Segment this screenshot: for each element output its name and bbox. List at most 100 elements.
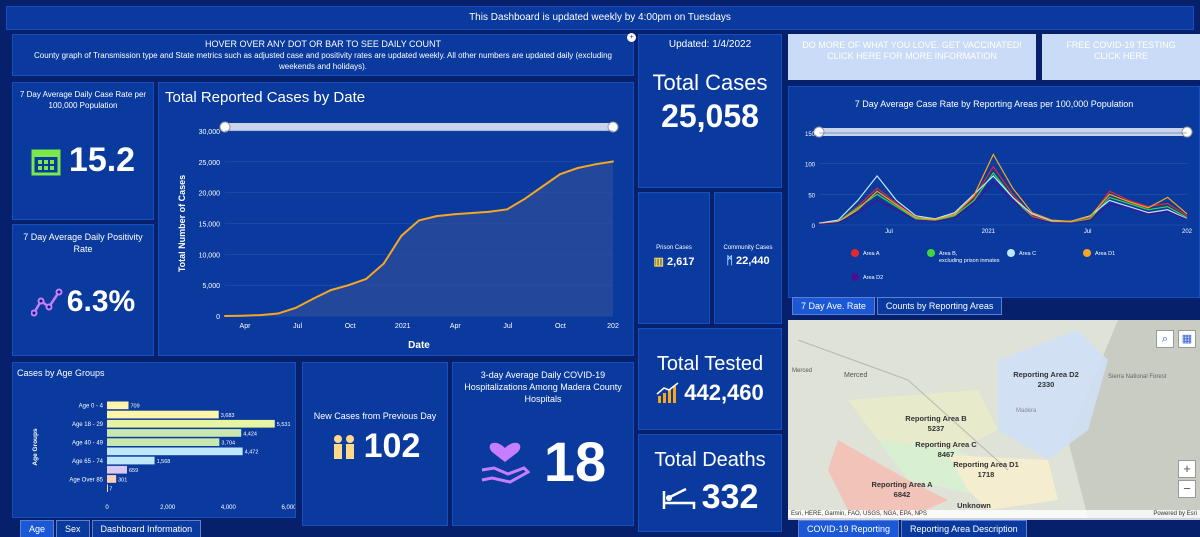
tab-counts-by-area[interactable]: Counts by Reporting Areas	[876, 297, 1003, 315]
legend-swatch	[851, 249, 859, 257]
age-bar	[107, 419, 275, 428]
map-powered-by: Powered by Esri	[1153, 511, 1197, 517]
vaccination-link-button[interactable]: DO MORE OF WHAT YOU LOVE. GET VACCINATED…	[788, 34, 1036, 80]
age-bar-value: 3,683	[221, 413, 235, 419]
legend-swatch	[851, 273, 859, 281]
cases-point	[294, 306, 297, 309]
age-bar	[107, 484, 108, 492]
legend-label: Area C	[1019, 251, 1036, 257]
rate-series-line	[818, 174, 1188, 224]
rate-y-tick: 0	[812, 224, 816, 230]
cases-point	[382, 262, 385, 265]
map-label-c-value: 8467	[938, 450, 955, 459]
hospital-panel: 3-day Average Daily COVID-19 Hospitaliza…	[452, 362, 634, 526]
legend-label: Area D2	[863, 275, 883, 281]
cases-line-chart[interactable]: 0 5,000 10,000 15,000 20,000 25,000 30,000 Apr J…	[159, 83, 633, 355]
map-label-d2-value: 2330	[1038, 380, 1055, 389]
legend-label: Area A	[863, 251, 880, 257]
y-axis-label: Total Number of Cases	[177, 175, 187, 272]
tab-area-description[interactable]: Reporting Area Description	[901, 520, 1027, 537]
zoom-in-button[interactable]: +	[1178, 460, 1196, 478]
legend-swatch	[927, 249, 935, 257]
age-category-label: Age 40 - 49	[72, 441, 104, 447]
legend-label-cont: excluding prison inmates	[939, 258, 1000, 264]
y-tick-label: 5,000	[202, 283, 220, 290]
update-banner: This Dashboard is updated weekly by 4:00…	[6, 6, 1194, 30]
total-tested-label: Total Tested	[656, 353, 764, 375]
map-search-icon[interactable]: ⌕	[1156, 330, 1174, 348]
map-label-b-name: Reporting Area B	[905, 414, 967, 423]
age-bar-value: 709	[131, 404, 140, 410]
legend-swatch	[1083, 249, 1091, 257]
rate-y-tick: 150	[805, 132, 816, 138]
age-x-tick: 6,000	[281, 505, 295, 511]
cases-point	[506, 208, 509, 211]
rate-range-slider	[819, 128, 1187, 136]
map-label-b-value: 5237	[928, 424, 945, 433]
map-label-d1-value: 1718	[978, 470, 995, 479]
age-bar-chart[interactable]: 0 2,000 4,000 6,000 709 3,683 5,531 4,424 3,704 4…	[13, 363, 295, 517]
total-cases-label: Total Cases	[652, 70, 768, 95]
age-bar	[107, 456, 155, 465]
zoom-out-button[interactable]: −	[1178, 480, 1196, 498]
age-bar	[107, 429, 242, 437]
prison-label: Prison Cases	[656, 245, 692, 251]
reporting-area-map[interactable]: Merced Merced Madera Sierra National For…	[788, 320, 1200, 518]
positivity-label: 7 Day Average Daily Positivity Rate	[23, 232, 143, 254]
tab-7day-ave-rate[interactable]: 7 Day Ave. Rate	[792, 297, 875, 315]
age-bar-value: 4,424	[243, 431, 257, 437]
x-tick-label: Apr	[240, 323, 252, 330]
age-bar	[107, 465, 127, 474]
tab-covid-reporting[interactable]: COVID-19 Reporting	[798, 520, 900, 537]
map-place-merced-2: Merced	[844, 372, 867, 379]
rate-y-tick: 50	[808, 193, 815, 199]
y-tick-label: 20,000	[199, 191, 221, 198]
tab-sex[interactable]: Sex	[56, 520, 90, 537]
cases-point	[224, 315, 226, 317]
expand-icon[interactable]: +	[627, 33, 636, 42]
tab-dashboard-info[interactable]: Dashboard Information	[91, 520, 202, 537]
calendar-icon	[31, 149, 61, 175]
map-label-a-value: 6842	[894, 490, 911, 499]
range-handle-start	[219, 121, 231, 133]
cases-point	[365, 278, 368, 280]
age-category-label: Age 18 - 29	[72, 422, 104, 428]
age-bar-value: 659	[129, 468, 138, 474]
area-rate-line-chart[interactable]: 0 50 100 150 Jul 2021 Jul 202 Area A Area B,exclu…	[789, 107, 1199, 297]
cases-point	[470, 212, 473, 215]
cases-point	[259, 314, 262, 317]
age-bar	[107, 401, 129, 410]
prison-icon: ▥	[653, 256, 664, 268]
x-tick-label: Oct	[345, 323, 356, 330]
y-tick-label: 15,000	[199, 222, 221, 229]
tab-age[interactable]: Age	[20, 520, 55, 537]
age-bar	[107, 447, 243, 456]
map-panel[interactable]: Merced Merced Madera Sierra National For…	[788, 320, 1200, 518]
cases-point	[418, 219, 420, 222]
y-tick-label: 25,000	[199, 160, 221, 167]
x-tick-label: 202	[607, 323, 619, 330]
positivity-panel: 7 Day Average Daily Positivity Rate 6.3%	[12, 224, 154, 356]
map-attribution: Esri, HERE, Garmin, FAO, USGS, NGA, EPA,…	[791, 511, 927, 517]
instructions-panel: HOVER OVER ANY DOT OR BAR TO SEE DAILY C…	[12, 34, 634, 76]
rate-x-tick: Jul	[1084, 229, 1092, 235]
age-tabbar: Age Sex Dashboard Information	[20, 520, 202, 537]
rate-x-tick: Jul	[885, 229, 893, 235]
total-deaths-panel: Total Deaths 332	[638, 434, 782, 532]
cases-point	[276, 312, 279, 315]
rate-series-line	[818, 165, 1188, 225]
testing-link-button[interactable]: FREE COVID-19 TESTING CLICK HERE	[1042, 34, 1200, 80]
cases-point	[453, 213, 456, 216]
map-label-a-name: Reporting Area A	[871, 480, 933, 489]
rate-handle-end	[1181, 126, 1193, 138]
map-label-d2-name: Reporting Area D2	[1013, 370, 1079, 379]
map-qr-icon[interactable]: ▦	[1178, 330, 1196, 348]
age-bar	[107, 410, 219, 419]
map-label-c-name: Reporting Area C	[915, 440, 977, 449]
x-tick-label: Jul	[503, 323, 512, 330]
total-tested-value: 442,460	[684, 380, 764, 405]
x-tick-label: Apr	[450, 323, 462, 330]
total-deaths-label: Total Deaths	[654, 449, 766, 471]
cases-point	[612, 160, 614, 163]
hospital-label: 3-day Average Daily COVID-19 Hospitaliza…	[464, 370, 622, 404]
